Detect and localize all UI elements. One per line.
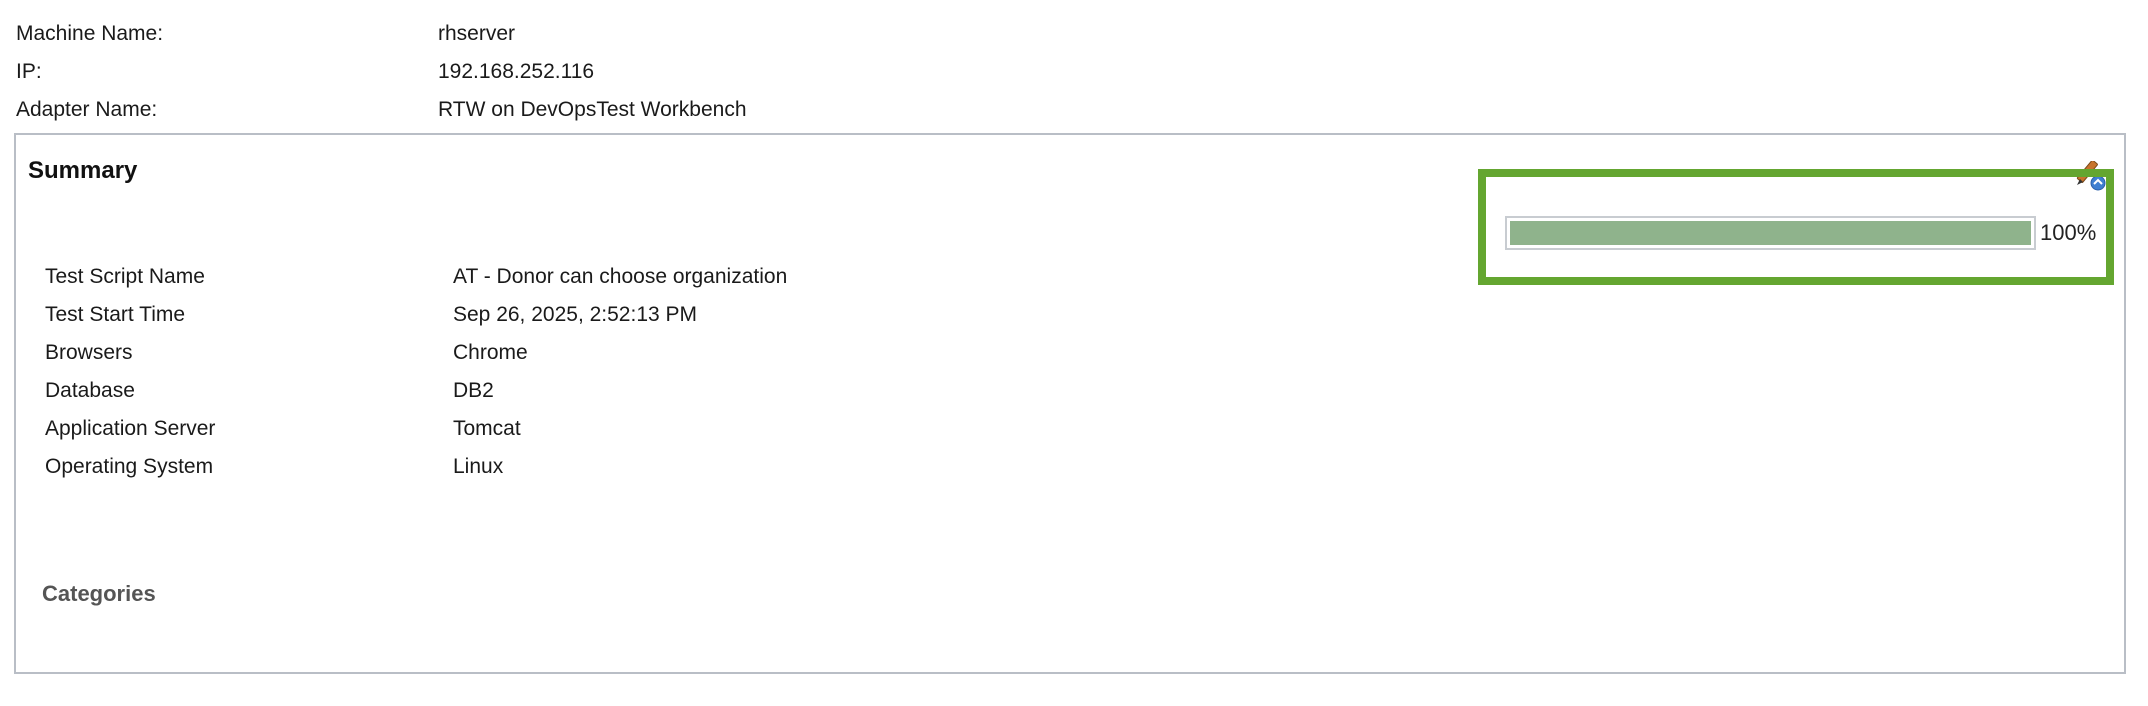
detail-label: Test Start Time xyxy=(45,303,186,326)
detail-value: DB2 xyxy=(453,379,494,402)
detail-label: Application Server xyxy=(45,417,216,440)
adapter-name-label: Adapter Name: xyxy=(16,98,158,121)
summary-panel: Summary 100% Test Script Name AT - Donor… xyxy=(14,133,2126,674)
detail-value: AT - Donor can choose organization xyxy=(453,265,788,288)
progress-percent: 100% xyxy=(2040,220,2097,245)
ip-value: 192.168.252.116 xyxy=(438,60,595,83)
detail-label: Database xyxy=(45,379,135,402)
summary-title: Summary xyxy=(28,157,138,184)
detail-label: Operating System xyxy=(45,455,214,478)
machine-name-value: rhserver xyxy=(438,22,516,45)
progress-bar xyxy=(1505,216,2036,250)
ip-label: IP: xyxy=(16,60,42,83)
progress-bar-fill xyxy=(1510,221,2031,245)
detail-value: Linux xyxy=(453,455,504,478)
detail-value: Chrome xyxy=(453,341,528,364)
detail-value: Tomcat xyxy=(453,417,521,440)
machine-name-label: Machine Name: xyxy=(16,22,164,45)
categories-heading: Categories xyxy=(42,581,156,606)
detail-label: Test Script Name xyxy=(45,265,205,288)
detail-label: Browsers xyxy=(45,341,133,364)
detail-value: Sep 26, 2025, 2:52:13 PM xyxy=(453,303,698,326)
adapter-name-value: RTW on DevOpsTest Workbench xyxy=(438,98,747,121)
